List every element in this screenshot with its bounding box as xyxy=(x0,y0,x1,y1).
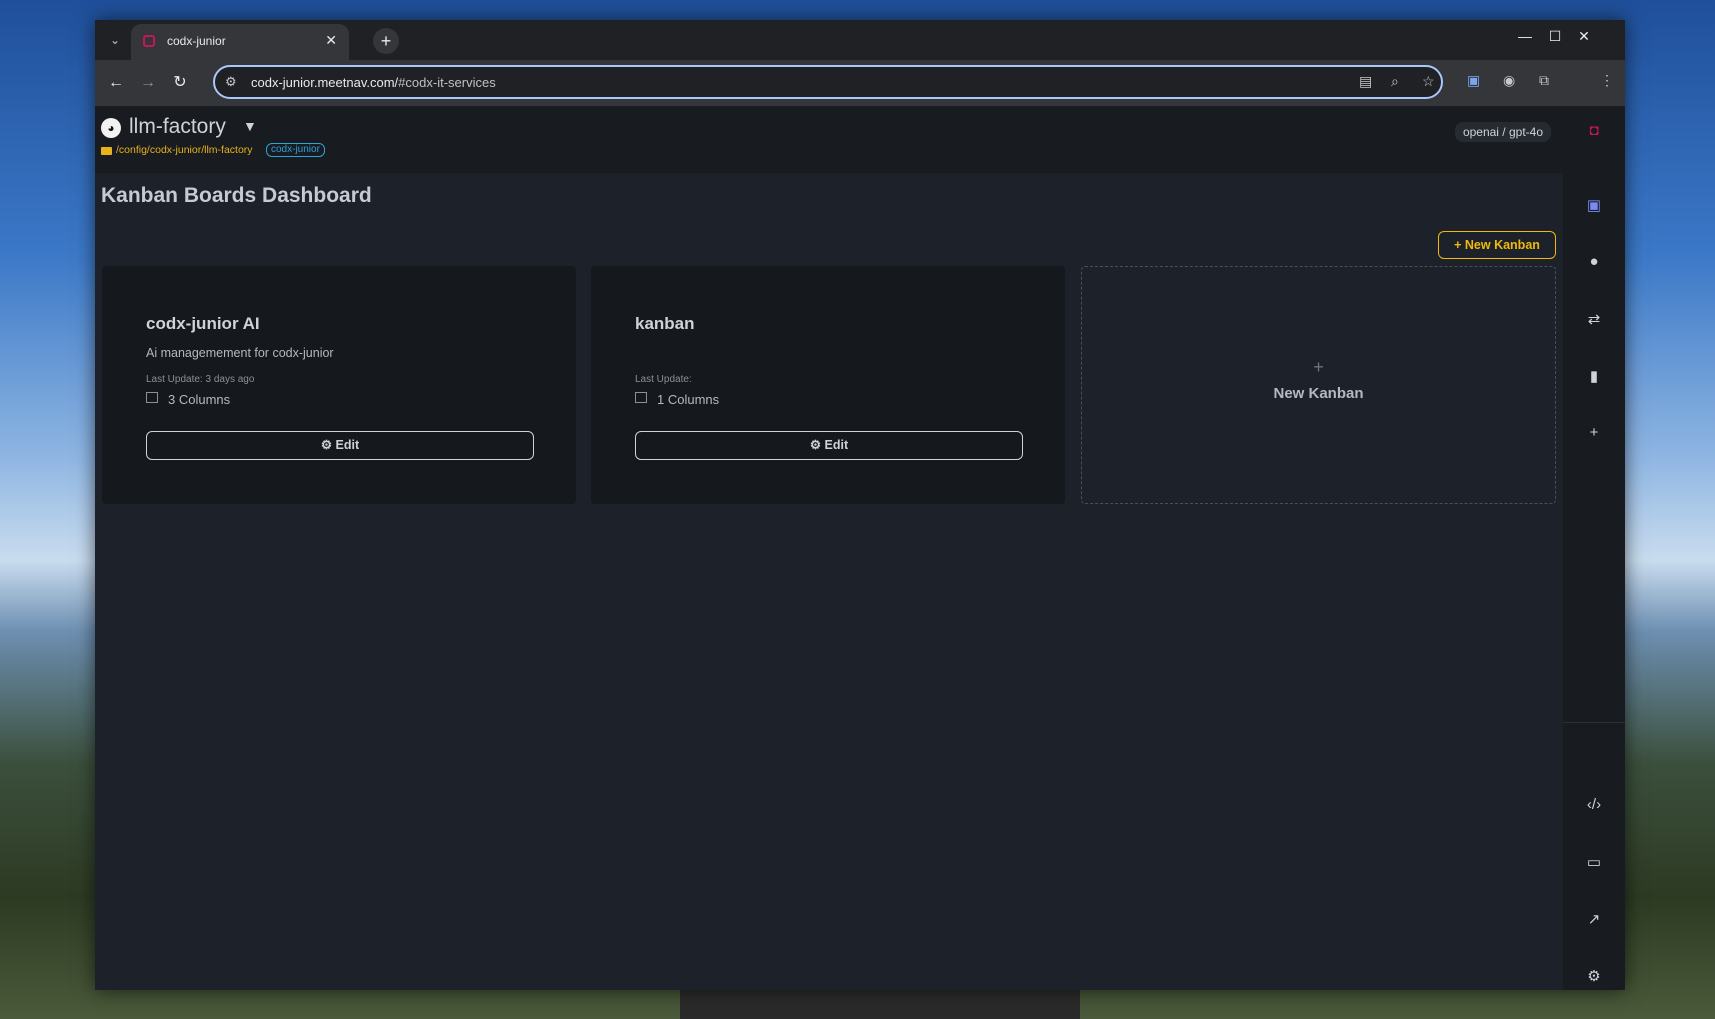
kanban-board-icon[interactable]: ▣ xyxy=(1563,196,1625,214)
translate-extension-icon[interactable]: ▣ xyxy=(1467,72,1480,89)
edit-button-label: Edit xyxy=(335,438,360,452)
edit-button[interactable]: ⚙ Edit xyxy=(146,431,534,460)
zoom-icon[interactable]: ⌕ xyxy=(1391,73,1399,90)
edit-button-label: Edit xyxy=(824,438,849,452)
close-window-icon[interactable]: ✕ xyxy=(1572,28,1596,45)
plus-icon: + xyxy=(1454,238,1462,252)
url-text: codx-junior.meetnav.com/#codx-it-service… xyxy=(251,75,496,90)
site-info-icon[interactable]: ⚙ xyxy=(225,74,237,90)
kanban-card-last-update: Last Update: xyxy=(635,374,692,385)
git-compare-icon[interactable]: ⇄ xyxy=(1563,310,1625,328)
bookmark-star-icon[interactable]: ☆ xyxy=(1422,73,1435,90)
project-badge[interactable]: codx-junior xyxy=(266,143,325,157)
user-icon[interactable]: ● xyxy=(1563,253,1625,270)
kanban-card[interactable]: kanban Last Update: 1 Columns ⚙ Edit xyxy=(591,266,1065,504)
forward-icon[interactable]: → xyxy=(137,72,159,94)
kanban-card[interactable]: codx-junior AI Ai managemement for codx-… xyxy=(102,266,576,504)
browser-tab[interactable]: codx-junior ✕ xyxy=(131,24,349,60)
kanban-card-columns: 3 Columns xyxy=(168,392,231,407)
tab-bar: ⌄ codx-junior ✕ + — ☐ ✕ xyxy=(95,20,1625,60)
new-kanban-card-label: New Kanban xyxy=(1273,385,1364,402)
add-icon[interactable]: + xyxy=(1563,424,1625,441)
gears-icon: ⚙ xyxy=(809,438,822,452)
new-kanban-button-label: New Kanban xyxy=(1464,238,1540,252)
right-sidebar: ◘ ▣ ● ⇄ ▮ + ‹/› ▭ ↗ ⚙ xyxy=(1563,106,1625,990)
new-kanban-card[interactable]: + New Kanban xyxy=(1081,266,1556,504)
project-logo-icon: ◕ xyxy=(101,118,121,138)
minimize-icon[interactable]: — xyxy=(1513,28,1537,44)
project-dropdown-caret-icon[interactable]: ▼ xyxy=(243,118,257,134)
new-kanban-button[interactable]: + New Kanban xyxy=(1438,231,1556,259)
kanban-card-last-update: Last Update: 3 days ago xyxy=(146,374,255,385)
kanban-card-description: Ai managemement for codx-junior xyxy=(146,346,334,360)
model-selector[interactable]: openai / gpt-4o xyxy=(1454,122,1551,142)
kanban-card-title: kanban xyxy=(635,314,695,333)
new-tab-button[interactable]: + xyxy=(373,28,399,54)
kanban-card-title: codx-junior AI xyxy=(146,314,260,333)
app-logo-icon[interactable]: ◘ xyxy=(1563,122,1625,139)
columns-icon xyxy=(635,392,647,403)
code-icon[interactable]: ‹/› xyxy=(1563,796,1625,813)
settings-gear-icon[interactable]: ⚙ xyxy=(1563,967,1625,985)
folder-icon xyxy=(101,147,112,155)
browser-menu-icon[interactable]: ⋮ xyxy=(1600,72,1614,89)
clipboard-icon[interactable]: ▤ xyxy=(1359,73,1372,90)
monitor-icon[interactable]: ▭ xyxy=(1563,853,1625,871)
gears-icon: ⚙ xyxy=(320,438,333,452)
back-icon[interactable]: ← xyxy=(105,72,127,94)
browser-window: ⌄ codx-junior ✕ + — ☐ ✕ ← → ↻ ⚙ codx-jun… xyxy=(95,20,1625,990)
tab-close-icon[interactable]: ✕ xyxy=(325,32,337,49)
tab-favicon-icon xyxy=(143,35,155,47)
extensions-puzzle-icon[interactable]: ⧉ xyxy=(1539,72,1549,89)
page-title: Kanban Boards Dashboard xyxy=(101,184,372,207)
app-area: ◕ llm-factory ▼ /config/codx-junior/llm-… xyxy=(95,106,1625,990)
columns-icon xyxy=(146,392,158,403)
browser-toolbar: ← → ↻ ⚙ codx-junior.meetnav.com/#codx-it… xyxy=(95,60,1625,107)
kanban-card-columns: 1 Columns xyxy=(657,392,720,407)
project-path[interactable]: /config/codx-junior/llm-factory xyxy=(116,144,253,156)
plus-icon: + xyxy=(1313,357,1324,377)
sidebar-divider xyxy=(1563,722,1625,723)
maximize-icon[interactable]: ☐ xyxy=(1543,28,1567,45)
project-name[interactable]: llm-factory xyxy=(129,115,226,139)
extension-icon[interactable]: ◉ xyxy=(1503,72,1515,89)
book-icon[interactable]: ▮ xyxy=(1563,367,1625,385)
address-bar[interactable]: ⚙ codx-junior.meetnav.com/#codx-it-servi… xyxy=(213,65,1443,99)
chart-line-icon[interactable]: ↗ xyxy=(1563,910,1625,928)
edit-button[interactable]: ⚙ Edit xyxy=(635,431,1023,460)
reload-icon[interactable]: ↻ xyxy=(169,72,191,94)
tab-search-chevron-icon[interactable]: ⌄ xyxy=(105,30,125,50)
tab-title: codx-junior xyxy=(167,34,226,48)
project-header: ◕ llm-factory ▼ /config/codx-junior/llm-… xyxy=(95,106,1563,173)
